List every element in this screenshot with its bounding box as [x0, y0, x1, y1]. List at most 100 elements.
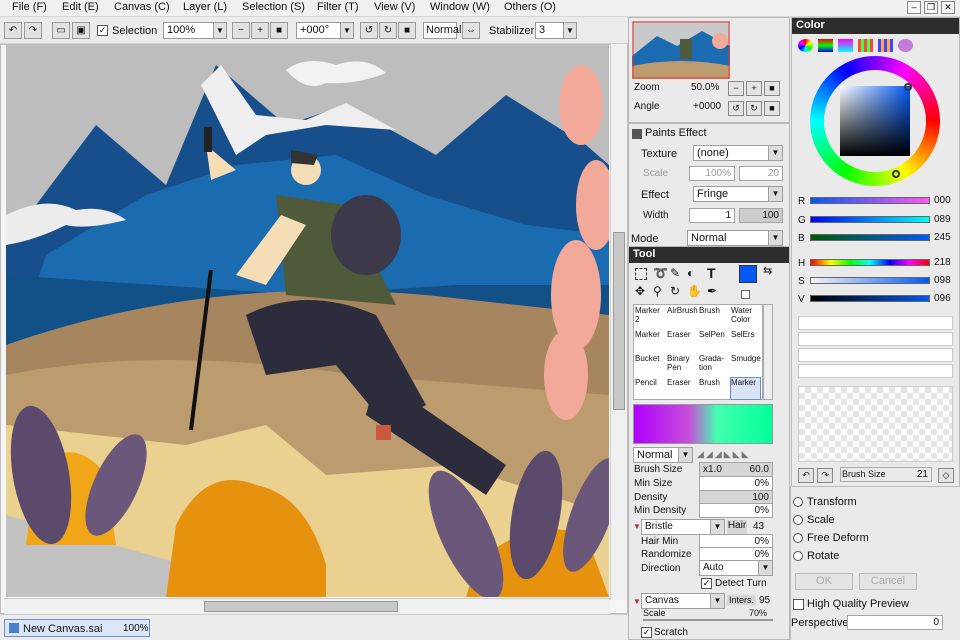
scratch-checkbox[interactable]: ✓	[641, 626, 652, 638]
width-num[interactable]: 100	[739, 208, 783, 223]
flip-icon[interactable]: ⇔	[462, 22, 480, 39]
hq-preview-checkbox[interactable]	[793, 598, 804, 610]
blend-mode-select[interactable]: Normal	[423, 22, 461, 39]
zoom-out-icon[interactable]: −	[232, 22, 250, 39]
magic-wand-icon[interactable]: ✎	[670, 266, 680, 280]
canvas-texture-select[interactable]: Canvas ▼	[641, 593, 725, 609]
menu-filter[interactable]: Filter (T)	[317, 1, 359, 13]
mode-select[interactable]: Normal ▼	[687, 230, 783, 246]
direction-select[interactable]: Auto ▼	[699, 560, 773, 576]
brush-cell[interactable]: Eraser	[666, 329, 697, 352]
nav-zoom-reset-icon[interactable]: ■	[764, 81, 780, 96]
v-slider[interactable]	[810, 295, 930, 302]
brush-cell[interactable]: Binary Pen	[666, 353, 697, 376]
free-deform-option[interactable]: Free Deform	[793, 532, 869, 544]
close-button[interactable]: ✕	[941, 1, 955, 14]
min-density-field[interactable]: 0%	[699, 503, 773, 518]
menu-selection[interactable]: Selection (S)	[242, 1, 305, 13]
swap-colors-icon[interactable]: ⇆	[763, 264, 772, 277]
collapse-icon[interactable]	[632, 129, 642, 139]
brush-cell[interactable]: AirBrush	[666, 305, 698, 328]
brush-cell[interactable]: Smudge	[730, 353, 761, 376]
hair-value[interactable]: 43	[753, 521, 764, 532]
zoom-in-icon[interactable]: +	[251, 22, 269, 39]
swatch-row[interactable]	[798, 332, 953, 346]
brush-cell[interactable]: Pencil	[634, 377, 665, 400]
nav-rotate-reset-icon[interactable]: ■	[764, 101, 780, 116]
brush-cell[interactable]: Bucket	[634, 353, 665, 376]
scale-option[interactable]: Scale	[793, 514, 835, 526]
menu-file[interactable]: File (F)	[12, 1, 47, 13]
menu-others[interactable]: Others (O)	[504, 1, 556, 13]
menu-view[interactable]: View (V)	[374, 1, 415, 13]
width-value[interactable]: 1	[689, 208, 735, 223]
menu-layer[interactable]: Layer (L)	[183, 1, 227, 13]
transparent-swatch[interactable]	[741, 290, 750, 299]
menu-window[interactable]: Window (W)	[430, 1, 490, 13]
redo-color-icon[interactable]: ↷	[817, 468, 833, 483]
color-brush-size-field[interactable]: 21	[840, 467, 932, 482]
restore-button[interactable]: ❐	[924, 1, 938, 14]
primary-color-swatch[interactable]	[739, 265, 757, 283]
invert-select-icon[interactable]: ▣	[72, 22, 90, 39]
brush-cell[interactable]: SelErs	[730, 329, 761, 352]
brush-cell[interactable]: Marker	[634, 329, 665, 352]
shape-icon[interactable]: ◐	[687, 266, 694, 280]
brush-grid-scrollbar[interactable]	[763, 304, 773, 400]
inters-value[interactable]: 95	[759, 595, 770, 606]
brush-size-field[interactable]: x1.0 60.0	[699, 462, 773, 477]
scale2-slider[interactable]	[643, 619, 773, 621]
undo-icon[interactable]: ↶	[4, 22, 22, 39]
brush-cell[interactable]: Water Color	[730, 305, 761, 328]
stabilizer-select[interactable]: 3 ▼	[535, 22, 577, 39]
hand-icon[interactable]: ✋	[687, 284, 702, 298]
canvas-vertical-scrollbar[interactable]	[610, 44, 627, 600]
b-slider[interactable]	[810, 234, 930, 241]
swatch-row[interactable]	[798, 316, 953, 330]
brush-blend-select[interactable]: Normal ▼	[633, 447, 693, 463]
b-value[interactable]: 245	[934, 232, 951, 243]
transform-option[interactable]: Transform	[793, 496, 857, 508]
brush-cell[interactable]: Marker	[730, 377, 761, 400]
effect-select[interactable]: Fringe ▼	[693, 186, 783, 202]
rotate-left-icon[interactable]: ↺	[360, 22, 378, 39]
brush-cell[interactable]: Eraser	[666, 377, 697, 400]
canvas-expand-icon[interactable]: ▼	[633, 597, 641, 606]
saturation-value-square[interactable]	[840, 86, 910, 156]
texture-select[interactable]: (none) ▼	[693, 145, 783, 161]
detect-turn-checkbox[interactable]: ✓	[701, 577, 712, 589]
brush-cell[interactable]: Brush	[698, 377, 729, 400]
nav-rotate-left-icon[interactable]: ↺	[728, 101, 744, 116]
bristle-expand-icon[interactable]: ▼	[633, 522, 641, 531]
eraser-color-icon[interactable]: ◇	[938, 468, 954, 483]
s-slider[interactable]	[810, 277, 930, 284]
min-size-field[interactable]: 0%	[699, 476, 773, 491]
redo-icon[interactable]: ↷	[24, 22, 42, 39]
brush-cell[interactable]: Marker 2	[634, 305, 665, 328]
selection-checkbox[interactable]: ✓	[97, 24, 108, 36]
brush-cell[interactable]: Brush	[698, 305, 729, 328]
h-value[interactable]: 218	[934, 257, 951, 268]
eyedropper-icon[interactable]: ✒	[707, 284, 717, 298]
hue-wheel[interactable]	[810, 56, 940, 186]
r-slider[interactable]	[810, 197, 930, 204]
brush-cell[interactable]: SelPen	[698, 329, 729, 352]
text-tool-icon[interactable]: T	[707, 265, 716, 281]
zoom-tool-icon[interactable]: ⚲	[653, 284, 662, 298]
hsv-mode-icon[interactable]	[838, 39, 853, 52]
rotate-reset-icon[interactable]: ■	[398, 22, 416, 39]
rect-select-icon[interactable]	[635, 268, 647, 280]
s-value[interactable]: 098	[934, 275, 951, 286]
artwork-canvas[interactable]	[6, 45, 609, 597]
brush-shape-icons[interactable]: ◢◢◢◣◣◣	[697, 449, 751, 460]
nav-zoom-in-icon[interactable]: +	[746, 81, 762, 96]
minimize-button[interactable]: –	[907, 1, 921, 14]
cancel-button[interactable]: Cancel	[859, 573, 917, 590]
deselect-icon[interactable]: ▭	[52, 22, 70, 39]
h-slider[interactable]	[810, 259, 930, 266]
bristle-select[interactable]: Bristle ▼	[641, 519, 725, 535]
undo-color-icon[interactable]: ↶	[798, 468, 814, 483]
sv-cursor[interactable]	[904, 83, 912, 91]
rotate-tool-icon[interactable]: ↻	[670, 284, 680, 298]
nav-zoom-out-icon[interactable]: −	[728, 81, 744, 96]
